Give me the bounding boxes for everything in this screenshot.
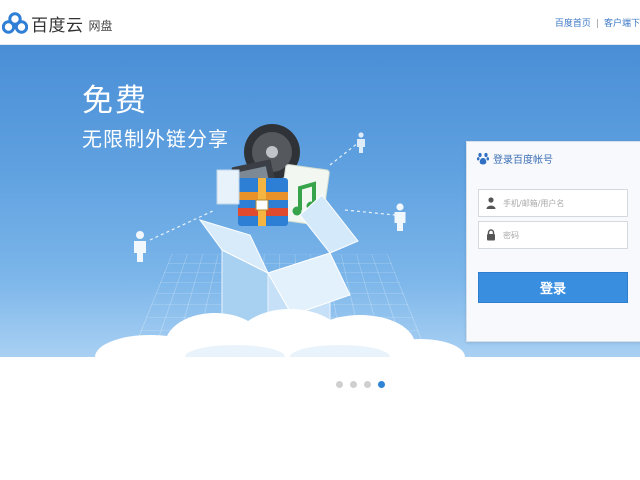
carousel-dot[interactable] [350, 381, 357, 388]
baidu-home-link[interactable]: 百度首页 [555, 19, 591, 29]
logo[interactable]: 百度云 网盘 [2, 8, 113, 38]
carousel-dot[interactable] [336, 381, 343, 388]
lock-icon [482, 221, 500, 249]
login-header: 登录百度帐号 [477, 151, 553, 166]
carousel-dot[interactable] [378, 381, 385, 388]
login-title: 登录百度帐号 [493, 155, 553, 166]
top-links: 百度首页 | 客户端下 [555, 16, 640, 29]
client-download-link[interactable]: 客户端下 [604, 19, 640, 29]
logo-text: 百度云 [31, 15, 84, 36]
password-input[interactable] [503, 230, 623, 240]
login-button[interactable]: 登录 [478, 272, 628, 303]
link-separator: | [595, 19, 599, 29]
carousel-dot[interactable] [364, 381, 371, 388]
top-header: 百度云 网盘 百度首页 | 客户端下 [0, 0, 640, 45]
baidu-paw-icon [477, 152, 489, 165]
username-input[interactable] [503, 198, 623, 208]
hero-banner: 免费 无限制外链分享 登录百度帐号 手机/邮箱/用户名 登录 [0, 45, 640, 357]
carousel-indicators [336, 381, 392, 388]
login-panel: 登录百度帐号 登录 [466, 141, 640, 342]
user-icon [482, 189, 500, 217]
password-field[interactable] [478, 221, 628, 249]
logo-subtitle: 网盘 [88, 18, 113, 33]
username-field[interactable] [478, 189, 628, 217]
baidu-cloud-logo-icon [2, 12, 28, 34]
